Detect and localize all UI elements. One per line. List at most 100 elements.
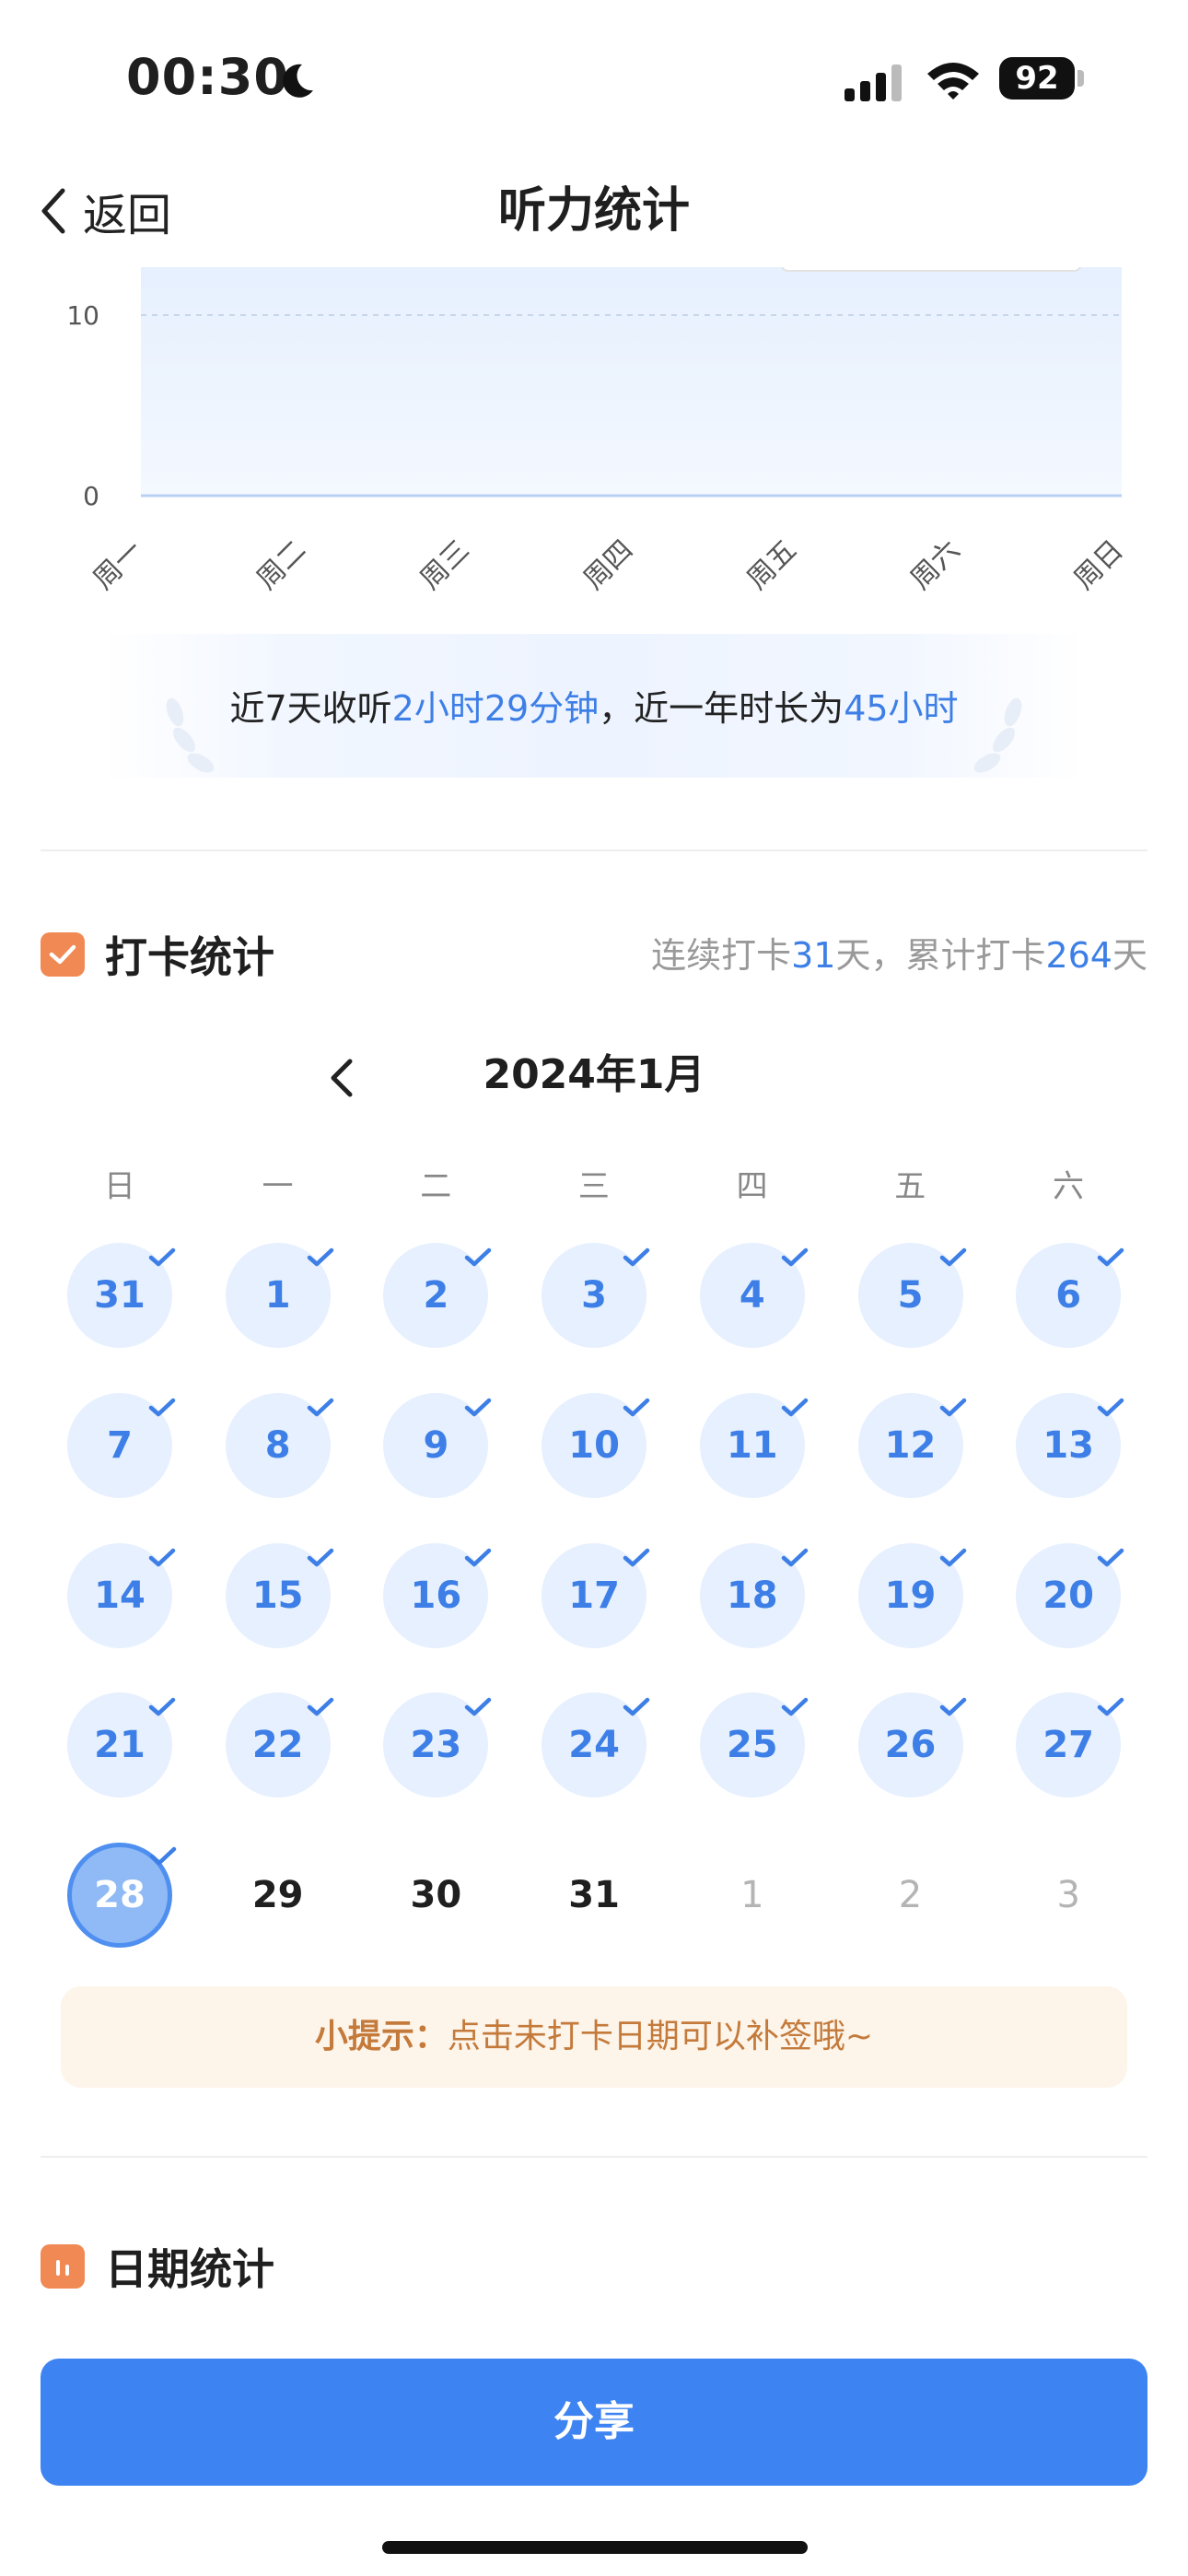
calendar-day-checked[interactable]: 12 [857, 1392, 966, 1498]
calendar-day-checked[interactable]: 24 [542, 1692, 650, 1798]
stats-suffix: 天 [1112, 935, 1147, 976]
check-icon [623, 1548, 650, 1566]
calendar-day-checked[interactable]: 26 [857, 1692, 966, 1798]
calendar-day-checked[interactable]: 10 [542, 1392, 650, 1498]
day-number: 9 [423, 1423, 449, 1467]
bar-chart-icon [41, 2244, 85, 2289]
calendar-day-checked[interactable]: 13 [1016, 1392, 1124, 1498]
day-number: 13 [1042, 1423, 1095, 1467]
day-number: 18 [726, 1574, 778, 1617]
day-number: 31 [568, 1874, 620, 1917]
stats-mid: 天，累计打卡 [835, 935, 1046, 976]
calendar-day-checked[interactable]: 18 [699, 1542, 809, 1648]
day-number: 2 [423, 1274, 449, 1317]
day-number: 21 [94, 1724, 146, 1767]
y-tick-label: 10 [66, 300, 99, 331]
calendar-day-checked[interactable]: 22 [225, 1692, 333, 1798]
check-icon [623, 1247, 650, 1267]
cellular-signal-icon [844, 64, 902, 101]
calendar-day-checked[interactable]: 16 [383, 1542, 492, 1648]
calendar-day-checked[interactable]: 20 [1016, 1542, 1124, 1648]
calendar-day[interactable]: 1 [700, 1843, 805, 1948]
calendar-day[interactable]: 3 [1016, 1843, 1121, 1948]
day-number: 3 [581, 1274, 608, 1317]
calendar-day[interactable]: 29 [226, 1843, 331, 1948]
weekday-label: 五 [894, 1168, 926, 1205]
calendar-day-checked[interactable]: 11 [699, 1392, 809, 1498]
day-number: 22 [251, 1724, 304, 1767]
calendar-day[interactable]: 2 [858, 1843, 963, 1948]
day-number: 1 [264, 1274, 291, 1317]
check-icon [465, 1398, 492, 1417]
calendar-day-checked[interactable]: 31 [67, 1243, 176, 1348]
check-icon [1097, 1698, 1124, 1716]
check-icon [623, 1698, 650, 1716]
day-number: 23 [410, 1724, 462, 1767]
date-stats-title: 日期统计 [105, 2244, 274, 2294]
calendar-day[interactable]: 30 [383, 1843, 488, 1948]
calendar-day-checked[interactable]: 6 [1016, 1243, 1124, 1348]
summary-prefix: 近7天收听 [229, 688, 392, 729]
year-duration: 45小时 [844, 688, 959, 729]
calendar-day-checked[interactable]: 15 [225, 1542, 333, 1648]
calendar-day-checked[interactable]: 27 [1016, 1692, 1124, 1798]
check-icon [148, 1698, 176, 1716]
weekday-label: 日 [103, 1168, 135, 1205]
day-number: 14 [94, 1574, 146, 1617]
day-number: 26 [884, 1724, 937, 1767]
calendar-day-checked[interactable]: 7 [67, 1392, 176, 1498]
calendar-day[interactable]: 31 [542, 1843, 646, 1948]
day-number: 19 [884, 1574, 937, 1617]
day-number: 30 [410, 1874, 462, 1917]
calendar-day-checked[interactable]: 19 [857, 1542, 966, 1648]
calendar-day-checked[interactable]: 4 [699, 1243, 809, 1348]
check-icon [149, 1846, 177, 1866]
calendar-day-checked[interactable]: 25 [699, 1692, 809, 1798]
summary-text: 近7天收听2小时29分钟，近一年时长为45小时 [101, 680, 1087, 731]
calendar-day-today[interactable]: 28 [67, 1843, 177, 1949]
calendar-day-checked[interactable]: 2 [383, 1243, 492, 1348]
calendar-day-checked[interactable]: 23 [383, 1692, 492, 1798]
calendar-day-checked[interactable]: 17 [542, 1542, 650, 1648]
checkin-section-header: 打卡统计 [41, 918, 274, 991]
check-icon [1097, 1247, 1124, 1267]
check-icon [623, 1398, 650, 1417]
check-icon [939, 1548, 966, 1566]
day-number: 29 [251, 1874, 304, 1917]
check-icon [148, 1398, 176, 1417]
check-icon [465, 1548, 492, 1566]
battery-level: 92 [999, 57, 1075, 100]
check-icon [781, 1698, 809, 1716]
moon-icon [283, 64, 313, 98]
calendar-day-checked[interactable]: 21 [67, 1692, 176, 1798]
check-icon [307, 1247, 333, 1267]
page-title: 听力统计 [497, 183, 690, 239]
month-label: 2024年1月 [483, 1051, 705, 1098]
battery-icon: 92 [999, 57, 1084, 100]
calendar-day-checked[interactable]: 8 [225, 1392, 333, 1498]
check-icon [465, 1698, 492, 1716]
calendar-day-checked[interactable]: 5 [857, 1243, 966, 1348]
check-icon [307, 1548, 333, 1566]
day-number: 20 [1042, 1574, 1095, 1617]
day-number: 11 [726, 1423, 778, 1467]
check-icon [1097, 1398, 1124, 1417]
divider [41, 849, 1147, 851]
stats-prefix: 连续打卡 [651, 935, 792, 976]
day-number: 1 [740, 1874, 764, 1917]
weekday-label: 二 [420, 1168, 452, 1205]
x-tick-label: 周四 [577, 534, 639, 596]
calendar-day-checked[interactable]: 14 [67, 1542, 176, 1648]
calendar-day-checked[interactable]: 9 [383, 1392, 492, 1498]
check-icon [307, 1698, 333, 1716]
navigation-bar: 返回 听力统计 [0, 157, 1188, 267]
calendar-day-checked[interactable]: 3 [542, 1243, 650, 1348]
x-tick-label: 周五 [741, 534, 803, 596]
calendar-day-checked[interactable]: 1 [225, 1243, 333, 1348]
weekday-label: 一 [262, 1168, 294, 1205]
share-button[interactable]: 分享 [41, 2359, 1147, 2486]
battery-tip [1077, 70, 1084, 87]
day-number: 31 [94, 1274, 146, 1317]
checkin-title: 打卡统计 [105, 932, 274, 982]
week-duration: 2小时29分钟 [391, 688, 600, 729]
